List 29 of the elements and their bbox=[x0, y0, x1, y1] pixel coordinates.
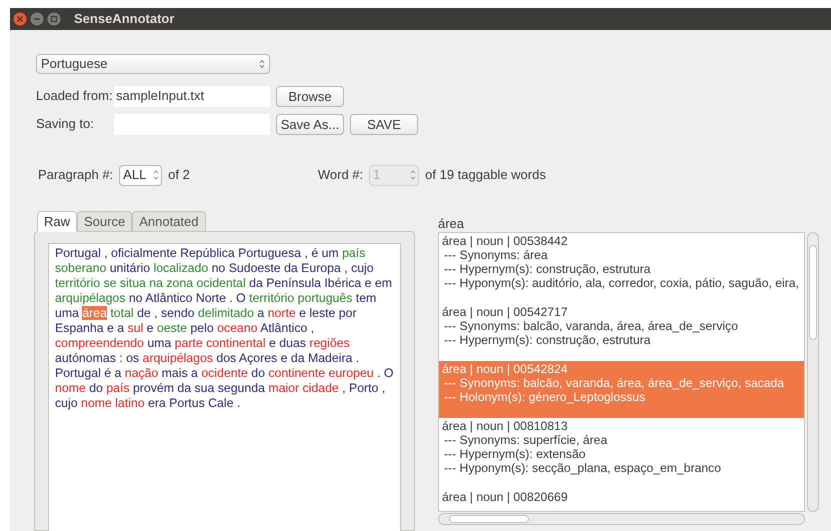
vertical-scrollbar[interactable] bbox=[807, 232, 819, 512]
close-icon[interactable] bbox=[13, 12, 27, 26]
save-button[interactable]: SAVE bbox=[350, 114, 418, 134]
language-dropdown[interactable]: Portuguese bbox=[36, 54, 270, 74]
field-label: Word #: bbox=[318, 166, 364, 184]
count-label: of 2 bbox=[168, 166, 190, 184]
browse-button[interactable]: Browse bbox=[276, 86, 344, 106]
tab[interactable]: Raw bbox=[37, 211, 78, 232]
sense-entry[interactable]: área | noun | 00810813 --- Synonyms: superfície, área --- Hypernym(s): extensão --- Hyponym(s): secção_plana, espaço_em_branco bbox=[439, 418, 804, 489]
minimize-icon[interactable] bbox=[30, 12, 44, 26]
spin-box[interactable]: ALL bbox=[119, 164, 162, 186]
input-field[interactable]: sampleInput.txt bbox=[114, 86, 270, 106]
field-label: Loaded from: bbox=[36, 87, 114, 106]
save-as-button[interactable]: Save As... bbox=[276, 114, 344, 134]
sense-entry[interactable]: área | noun | 00538442 --- Synonyms: área --- Hypernym(s): construção, estrutura --- Hyponym(s): auditório, ala, corredor, coxia, pátio, saguão, eira, bbox=[439, 233, 804, 304]
maximize-icon[interactable] bbox=[47, 12, 61, 26]
sense-entry[interactable]: área | noun | 00542717 --- Synonyms: balcão, varanda, área, área_de_serviço --- Hypernym(s): construção, estrutura bbox=[439, 304, 804, 361]
spinner-arrows-icon[interactable] bbox=[153, 169, 160, 181]
spinner-arrows-icon bbox=[259, 59, 265, 69]
horizontal-scrollbar[interactable] bbox=[438, 513, 805, 525]
count-label: of 19 taggable words bbox=[425, 166, 546, 184]
tab[interactable]: Source bbox=[77, 211, 132, 232]
sense-entry[interactable]: área | noun | 00820669 bbox=[439, 489, 804, 511]
tab[interactable]: Annotated bbox=[132, 211, 206, 232]
sense-word-label: área bbox=[438, 215, 466, 232]
field-label: Saving to: bbox=[36, 115, 95, 134]
paragraph-text: Portugal , oficialmente República Portuguesa , é um país soberano unitário localizado no Sudoeste da Europa , cujo território se situa na zona ocidental da Península Ibérica e em arquipélagos no Atlântico Norte . O território português tem uma área total de , sendo delimitado a norte e leste por Espanha e a sul e oeste pelo oceano Atlântico , compreendendo uma parte continental e duas regiões autónomas : os arquipélagos dos Açores e da Madeira . Portugal é a nação mais a ocidente do continente europeu . O nome do país provém da sua segunda maior cidade , Porto , cujo nome latino era Portus Cale . bbox=[55, 246, 394, 411]
window-title: SenseAnnotator bbox=[74, 10, 174, 28]
field-label: Paragraph #: bbox=[38, 166, 114, 184]
